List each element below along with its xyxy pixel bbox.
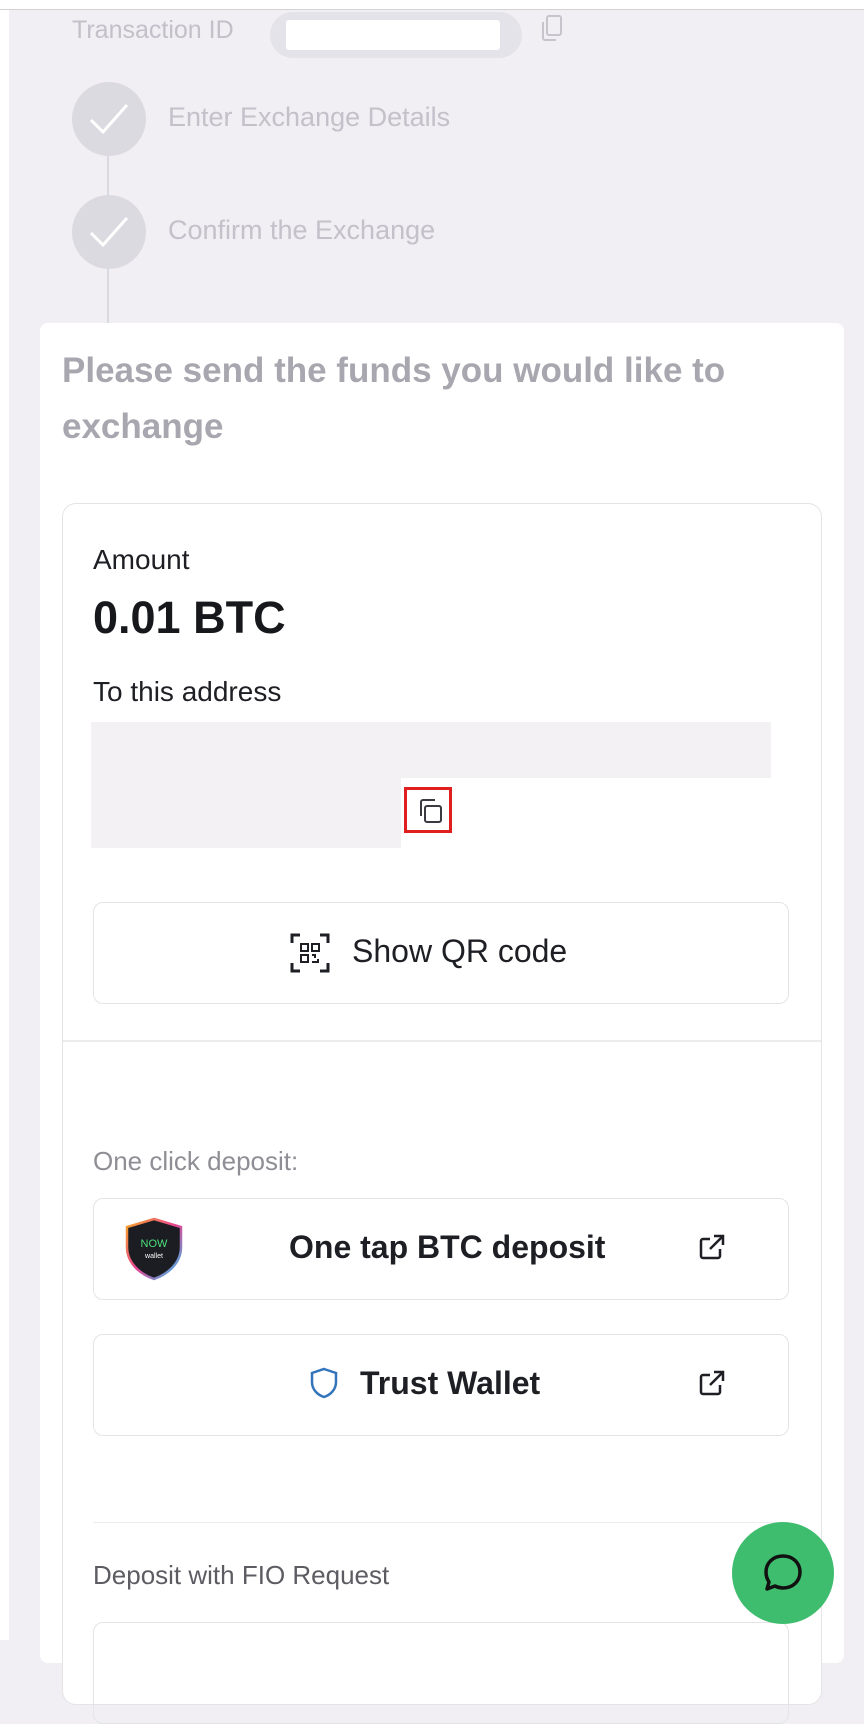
shield-icon (310, 1367, 338, 1399)
left-edge (0, 10, 9, 1640)
external-link-icon (699, 1370, 725, 1396)
section-divider (93, 1522, 787, 1523)
fio-request-field[interactable] (93, 1622, 789, 1724)
step-connector (107, 265, 109, 323)
one-click-deposit-label: One click deposit: (93, 1146, 299, 1176)
trust-wallet-button[interactable]: Trust Wallet (93, 1334, 789, 1436)
copy-transaction-id-icon[interactable] (538, 14, 566, 46)
panel-title: Please send the funds you would like to … (62, 351, 726, 446)
qr-code-icon (290, 933, 330, 973)
one-tap-btc-deposit-button[interactable]: NOW wallet One tap BTC deposit (93, 1198, 789, 1300)
section-divider (63, 1040, 821, 1042)
trust-wallet-label: Trust Wallet (360, 1365, 541, 1401)
step-check-circle (72, 195, 146, 269)
show-qr-code-label: Show QR code (352, 933, 568, 969)
step-check-circle (72, 82, 146, 156)
send-funds-panel: Please send the funds you would like to … (40, 323, 844, 1724)
amount-value: 0.01 BTC (93, 592, 286, 643)
step-label: Enter Exchange Details (168, 102, 451, 132)
now-wallet-logo-text: NOW (141, 1238, 169, 1250)
now-wallet-logo-icon: NOW wallet (125, 1217, 183, 1281)
address-label: To this address (93, 676, 282, 707)
check-icon (89, 104, 129, 135)
amount-label: Amount (93, 544, 190, 575)
deposit-address-value-end (91, 778, 401, 848)
transaction-id-value (286, 20, 500, 50)
chat-support-button[interactable] (732, 1522, 834, 1624)
check-icon (89, 217, 129, 248)
external-link-icon (699, 1234, 725, 1260)
chat-bubble-icon (764, 1554, 802, 1591)
top-border (0, 0, 864, 10)
step-label: Confirm the Exchange (168, 215, 436, 245)
deposit-card: Amount 0.01 BTC To this address Show QR … (62, 503, 822, 1724)
transaction-id-label: Transaction ID (72, 16, 234, 44)
copy-icon (420, 799, 442, 823)
fio-request-label: Deposit with FIO Request (93, 1560, 390, 1590)
copy-address-button[interactable] (404, 787, 452, 833)
svg-text:wallet: wallet (144, 1253, 163, 1260)
one-tap-btc-deposit-label: One tap BTC deposit (289, 1229, 606, 1265)
show-qr-code-button[interactable]: Show QR code (93, 902, 789, 1004)
deposit-address-value (91, 722, 771, 778)
transaction-id-field[interactable] (270, 12, 522, 58)
